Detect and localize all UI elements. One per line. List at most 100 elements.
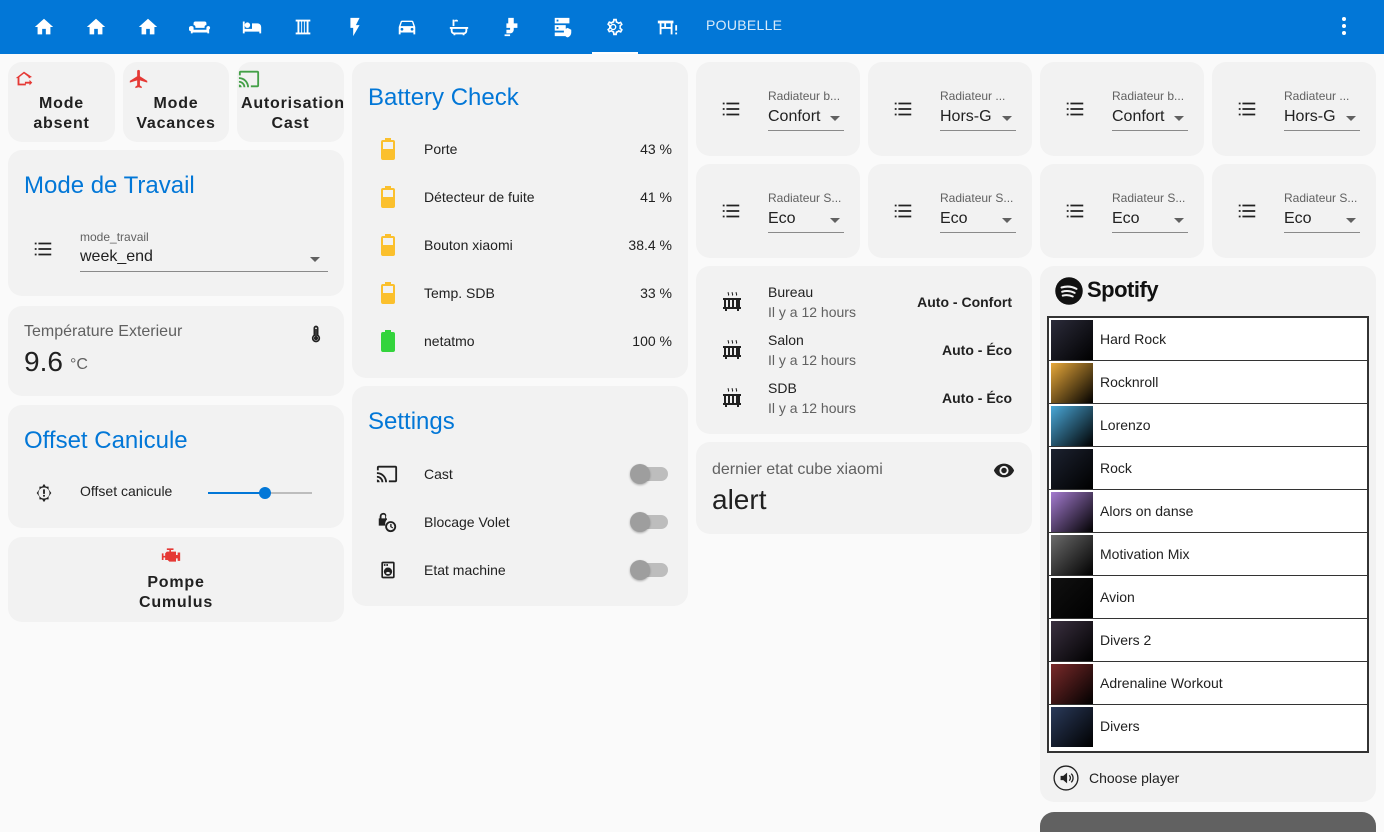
playlist-cover [1051, 621, 1093, 661]
format-list-icon [1238, 204, 1256, 218]
mode-absent-label-2: absent [33, 115, 90, 132]
playlist-item[interactable]: Divers [1049, 705, 1367, 748]
radiator-select-card[interactable]: Radiateur ... Hors-G [868, 62, 1032, 156]
radiator-select-card[interactable]: Radiateur S... Eco [1212, 164, 1376, 258]
washing-machine-icon [381, 561, 395, 579]
offset-slider-thumb[interactable] [259, 487, 272, 499]
select-underline [80, 271, 328, 272]
format-list-icon [722, 204, 740, 218]
offset-slider[interactable] [208, 487, 312, 499]
battery-name: Temp. SDB [424, 285, 495, 301]
battery-row[interactable]: Temp. SDB 33 % [352, 282, 688, 306]
radiator-select-card[interactable]: Radiateur S... Eco [696, 164, 860, 258]
dropdown-arrow-icon [1174, 218, 1184, 223]
airplane-icon [129, 69, 148, 89]
toggle-etat-machine[interactable] [630, 560, 668, 580]
playlist-item[interactable]: Divers 2 [1049, 619, 1367, 662]
tab-flash[interactable] [330, 0, 380, 54]
playlist-name: Rocknroll [1100, 374, 1159, 390]
select-underline [1284, 232, 1360, 233]
toggle-cast[interactable] [630, 464, 668, 484]
temperature-card[interactable]: Température Exterieur 9.6 °C [8, 306, 344, 396]
playlist-name: Hard Rock [1100, 331, 1167, 347]
playlist-name: Alors on danse [1100, 503, 1194, 519]
playlist-item[interactable]: Rocknroll [1049, 361, 1367, 404]
select-underline [940, 130, 1016, 131]
pompe-cumulus-button[interactable]: Pompe Cumulus [8, 537, 344, 622]
radiator-select-value: Hors-G [1284, 108, 1336, 125]
radiator-select-card[interactable]: Radiateur b... Confort [1040, 62, 1204, 156]
heating-row[interactable]: SDB Il y a 12 hours Auto - Éco [696, 378, 1032, 418]
playlist-name: Rock [1100, 460, 1132, 476]
tab-car[interactable] [382, 0, 432, 54]
spotify-card: Spotify Hard Rock Rocknroll Lorenzo Rock… [1040, 266, 1376, 802]
playlist-item[interactable]: Adrenaline Workout [1049, 662, 1367, 705]
playlist-name: Divers [1100, 718, 1140, 734]
autorisation-cast-button[interactable]: Autorisation Cast [237, 62, 344, 142]
tab-poubelle[interactable]: POUBELLE [706, 0, 782, 54]
radiator-select-card[interactable]: Radiateur b... Confort [696, 62, 860, 156]
tab-sofa[interactable] [175, 0, 225, 54]
tab-home-2[interactable] [71, 0, 121, 54]
toggle-blocage-volet[interactable] [630, 512, 668, 532]
heating-row[interactable]: Bureau Il y a 12 hours Auto - Confort [696, 282, 1032, 322]
playlist-cover [1051, 578, 1093, 618]
radiator-select-card[interactable]: Radiateur ... Hors-G [1212, 62, 1376, 156]
playlist-item[interactable]: Avion [1049, 576, 1367, 619]
playlist-item[interactable]: Alors on danse [1049, 490, 1367, 533]
battery-row[interactable]: Détecteur de fuite 41 % [352, 186, 688, 210]
gear-icon [607, 18, 623, 36]
dropdown-arrow-icon [1346, 218, 1356, 223]
cube-xiaomi-card[interactable]: dernier etat cube xiaomi alert [696, 442, 1032, 534]
playlist-item[interactable]: Lorenzo [1049, 404, 1367, 447]
dropdown-arrow-icon [1346, 116, 1356, 121]
select-underline [768, 232, 844, 233]
playlist-cover [1051, 535, 1093, 575]
cube-label: dernier etat cube xiaomi [712, 461, 883, 478]
bathtub-icon [449, 19, 469, 36]
playlist-name: Avion [1100, 589, 1135, 605]
setting-label-blocage-volet: Blocage Volet [424, 514, 510, 530]
offset-canicule-card: Offset Canicule Offset canicule [8, 405, 344, 528]
tab-home-3[interactable] [123, 0, 173, 54]
battery-row[interactable]: Porte 43 % [352, 138, 688, 162]
playlist-item[interactable]: Hard Rock [1049, 318, 1367, 361]
heating-state: Auto - Confort [917, 294, 1012, 310]
heating-state: Auto - Éco [942, 342, 1012, 358]
home-icon [34, 18, 54, 35]
tab-bathtub[interactable] [434, 0, 484, 54]
battery-name: Détecteur de fuite [424, 189, 535, 205]
heating-row[interactable]: Salon Il y a 12 hours Auto - Éco [696, 330, 1032, 370]
playlist-cover [1051, 492, 1093, 532]
tab-home-1[interactable] [19, 0, 69, 54]
radiator-select-card[interactable]: Radiateur S... Eco [868, 164, 1032, 258]
format-list-icon [32, 238, 54, 265]
radiator-select-label: Radiateur b... [768, 89, 841, 103]
autorisation-label-1: Autorisation [241, 95, 344, 112]
tab-water-pump[interactable] [486, 0, 536, 54]
radiator-select-card[interactable]: Radiateur S... Eco [1040, 164, 1204, 258]
tab-radiator[interactable] [278, 0, 328, 54]
mode-travail-title: Mode de Travail [24, 172, 195, 199]
choose-player-button[interactable]: Choose player [1089, 770, 1179, 786]
cast-icon [376, 465, 398, 483]
tab-server-security[interactable] [538, 0, 588, 54]
desk-icon [657, 20, 678, 35]
battery-row[interactable]: netatmo 100 % [352, 330, 688, 354]
mode-absent-button[interactable]: Mode absent [8, 62, 115, 142]
more-vert-icon[interactable] [1332, 14, 1356, 38]
tab-desk[interactable] [642, 0, 692, 54]
tab-settings[interactable] [590, 0, 640, 54]
dropdown-arrow-icon [830, 218, 840, 223]
battery-check-title: Battery Check [368, 84, 519, 111]
tab-bed[interactable] [227, 0, 277, 54]
playlist-item[interactable]: Motivation Mix [1049, 533, 1367, 576]
flash-icon [350, 17, 360, 37]
radiator-select-label: Radiateur ... [1284, 89, 1350, 103]
playlist-item[interactable]: Rock [1049, 447, 1367, 490]
mode-vacances-button[interactable]: Mode Vacances [123, 62, 229, 142]
offset-canicule-label: Offset canicule [80, 483, 173, 499]
battery-row[interactable]: Bouton xiaomi 38.4 % [352, 234, 688, 258]
select-underline [1112, 232, 1188, 233]
battery-value: 41 % [640, 189, 672, 205]
